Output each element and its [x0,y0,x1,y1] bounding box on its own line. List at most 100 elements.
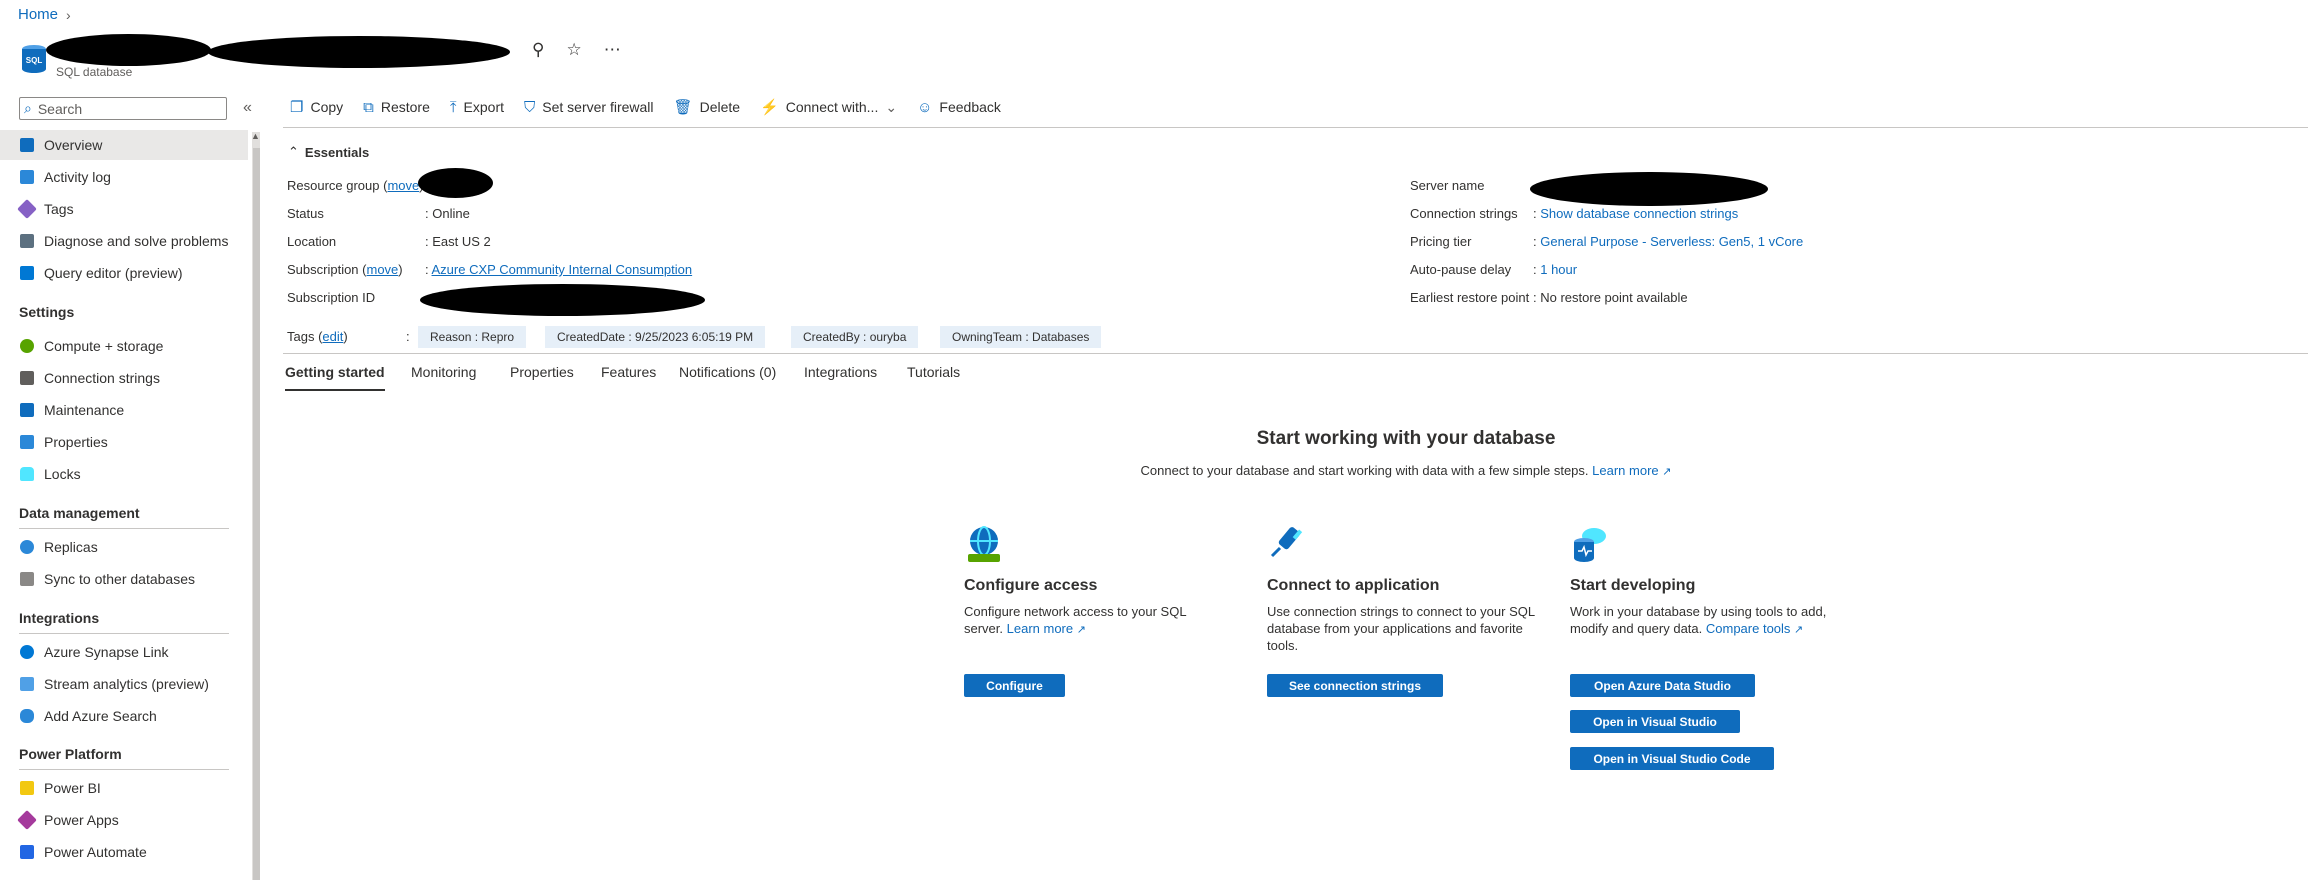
desc-line: Configure network access to your SQL [964,604,1187,619]
external-link-icon: ↗ [1662,466,1672,478]
synapse-icon [20,645,34,659]
sidebar-item-stream-analytics[interactable]: Stream analytics (preview) [0,669,248,699]
auto-pause-link[interactable]: 1 hour [1540,262,1577,277]
tab-integrations[interactable]: Integrations [804,364,877,380]
sidebar-item-power-automate[interactable]: Power Automate [0,837,248,867]
sidebar-item-sync[interactable]: Sync to other databases [0,564,248,594]
pin-icon[interactable]: ⚲ [532,40,544,60]
delete-label: Delete [699,99,741,115]
power-bi-icon [20,781,34,795]
copy-button[interactable]: ❐ Copy [290,98,343,116]
subscription-label: Subscription (move) [287,262,403,277]
tab-tutorials[interactable]: Tutorials [907,364,960,380]
compare-tools-link[interactable]: Compare tools [1706,621,1791,636]
lock-icon [20,467,34,481]
subscription-move-link[interactable]: move [367,262,399,277]
sidebar-item-activity-log[interactable]: Activity log [0,162,248,192]
pricing-tier-link[interactable]: General Purpose - Serverless: Gen5, 1 vC… [1540,234,1803,249]
location-value: : East US 2 [425,234,491,249]
desc-text: modify and query data. [1570,621,1703,636]
open-azure-data-studio-button[interactable]: Open Azure Data Studio [1570,674,1755,697]
sidebar-item-power-apps[interactable]: Power Apps [0,805,248,835]
breadcrumb-home[interactable]: Home [18,6,58,23]
sidebar-item-properties[interactable]: Properties [0,427,248,457]
title-actions: ⚲ ☆ ⋯ [532,40,621,60]
query-icon [20,266,34,280]
tags-label: Tags (edit) [287,329,348,344]
tag-badge: Reason : Repro [418,326,527,348]
tags-edit-link[interactable]: edit [322,329,343,344]
sidebar-item-replicas[interactable]: Replicas [0,532,248,562]
essentials-heading: Essentials [304,144,370,160]
shield-icon: ⛉ [524,98,536,116]
search-input[interactable]: ⌕ Search [19,97,227,120]
set-server-firewall-button[interactable]: ⛉ Set server firewall [524,98,654,116]
more-icon[interactable]: ⋯ [604,40,621,60]
sidebar-item-power-bi[interactable]: Power BI [0,773,248,803]
sidebar-item-label: Query editor (preview) [44,265,183,281]
sidebar-item-query-editor[interactable]: Query editor (preview) [0,258,248,288]
cloud-search-icon [20,709,34,723]
essentials-toggle[interactable]: ⌃ Essentials [288,144,369,160]
resource-group-label: Resource group (move) [287,178,424,193]
sidebar-item-overview[interactable]: Overview [0,130,248,160]
sidebar-item-maintenance[interactable]: Maintenance [0,395,248,425]
delete-button[interactable]: 🗑 Delete [674,98,741,116]
status-value: : Online [425,206,470,221]
configure-button[interactable]: Configure [964,674,1065,697]
sidebar-item-connection-strings[interactable]: Connection strings [0,363,248,393]
sidebar-item-label: Overview [44,137,103,153]
tab-properties[interactable]: Properties [510,364,574,380]
sidebar-item-compute-storage[interactable]: Compute + storage [0,331,248,361]
section-power-platform: Power Platform [19,746,122,762]
open-visual-studio-button[interactable]: Open in Visual Studio [1570,710,1740,733]
export-button[interactable]: ⤒ Export [450,98,504,116]
connect-with-button[interactable]: ⚡ Connect with... ⌄ [760,98,897,117]
collapse-sidebar-icon[interactable]: « [243,99,252,117]
plug-connect-icon [1270,527,1303,558]
restore-point-label: Earliest restore point [1410,290,1530,305]
star-icon[interactable]: ☆ [566,40,581,60]
tag-icon [17,199,37,219]
configure-learn-more-link[interactable]: Learn more [1007,621,1073,636]
location-label: Location [287,234,337,249]
feedback-icon: ☺ [917,98,933,116]
connection-strings-link[interactable]: Show database connection strings [1540,206,1738,221]
plug-icon [20,371,34,385]
power-automate-icon [20,845,34,859]
plug-icon: ⚡ [760,99,779,116]
sidebar-scrollbar-thumb[interactable] [253,148,260,880]
pricing-tier-label: Pricing tier [1410,234,1472,249]
restore-button[interactable]: ⧉ Restore [363,98,430,116]
sidebar-item-diagnose[interactable]: Diagnose and solve problems [0,226,248,256]
open-visual-studio-code-button[interactable]: Open in Visual Studio Code [1570,747,1774,770]
sidebar-item-tags[interactable]: Tags [0,194,248,224]
sidebar-item-synapse-link[interactable]: Azure Synapse Link [0,637,248,667]
sidebar-item-label: Activity log [44,169,111,185]
subscription-link[interactable]: Azure CXP Community Internal Consumption [432,262,693,277]
start-developing-title: Start developing [1570,577,1696,594]
start-developing-desc: Work in your database by using tools to … [1570,603,1826,639]
sidebar-item-label: Maintenance [44,402,125,418]
resource-group-move-link[interactable]: move [387,178,419,193]
sidebar-item-azure-search[interactable]: Add Azure Search [0,701,248,731]
tab-getting-started[interactable]: Getting started [285,364,385,380]
command-bar: ❐ Copy ⧉ Restore ⤒ Export ⛉ Set server firew… [290,98,1001,117]
tab-notifications[interactable]: Notifications (0) [679,364,776,380]
auto-pause-label: Auto-pause delay [1410,262,1512,277]
external-link-icon: ↗ [1076,624,1086,636]
see-connection-strings-button[interactable]: See connection strings [1267,674,1443,697]
trash-icon: 🗑 [673,99,693,116]
feedback-button[interactable]: ☺ Feedback [917,98,1001,116]
desc-text: server. [964,621,1004,636]
tab-monitoring[interactable]: Monitoring [411,364,476,380]
database-cloud-icon [1574,528,1606,562]
feedback-label: Feedback [939,99,1001,115]
section-divider [19,528,229,529]
sidebar-item-locks[interactable]: Locks [0,459,248,489]
scroll-up-icon[interactable]: ▲ [251,131,260,141]
tab-features[interactable]: Features [601,364,656,380]
learn-more-link[interactable]: Learn more [1592,463,1658,478]
sidebar-item-label: Power Automate [44,844,147,860]
desc-line: modify and query data. Compare tools ↗ [1570,620,1826,639]
